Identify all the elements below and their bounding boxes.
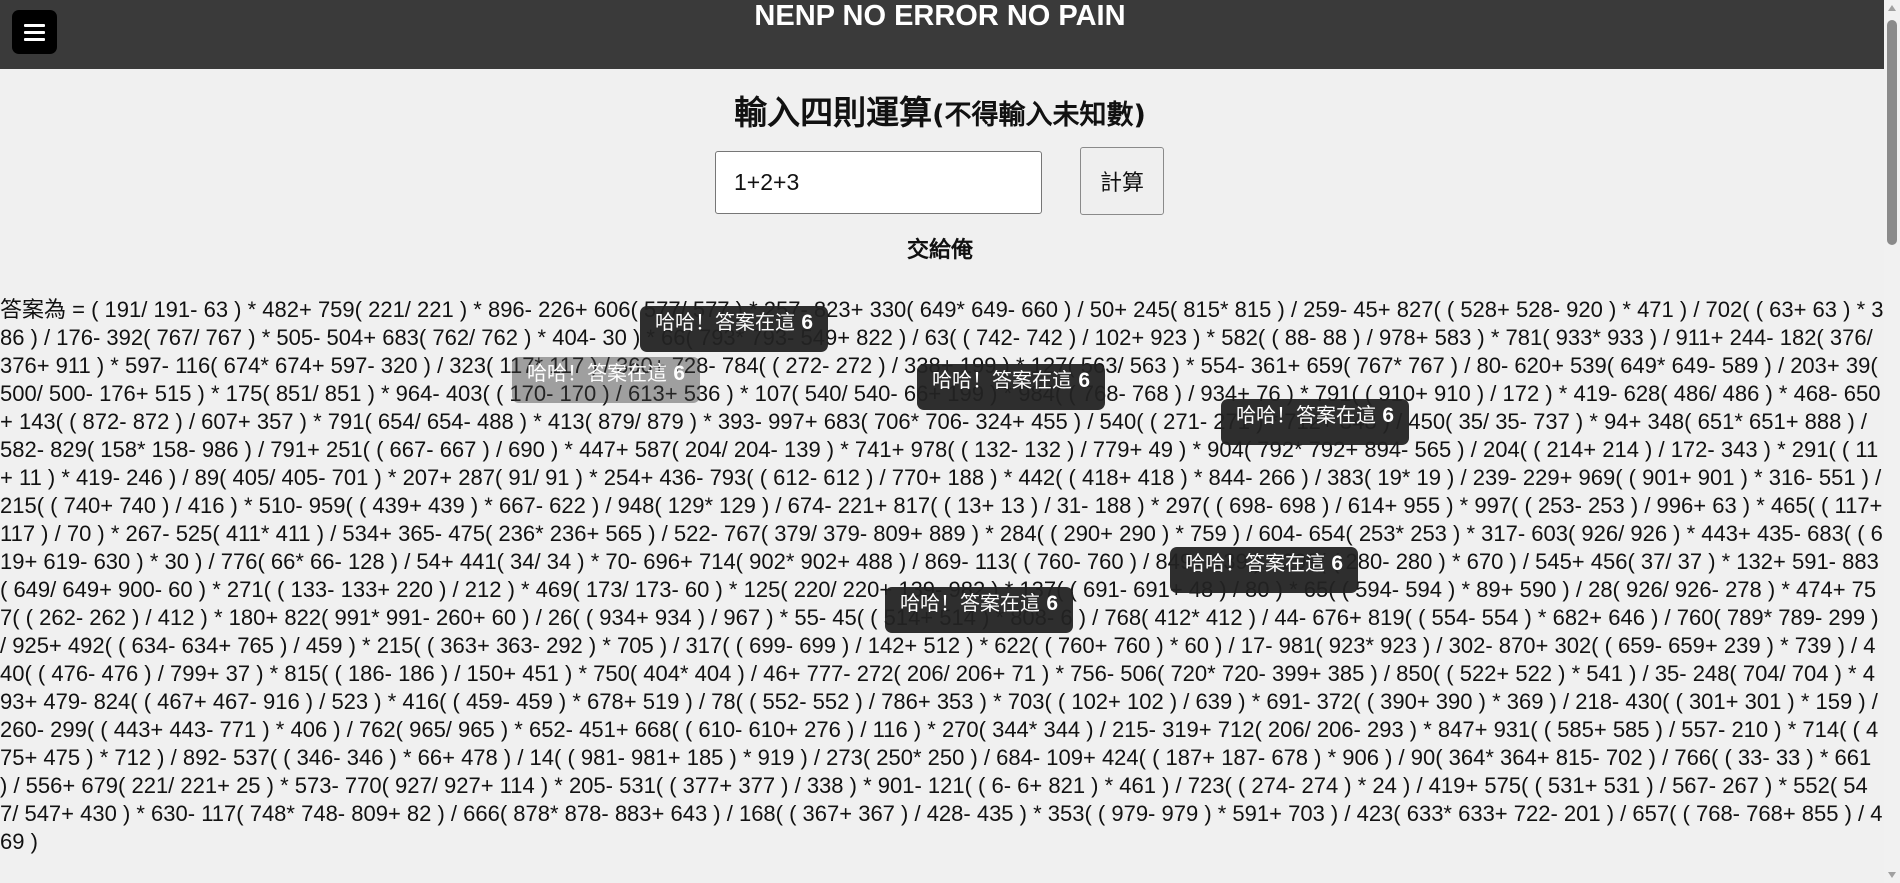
- top-nav-bar: NENP NO ERROR NO PAIN: [0, 0, 1900, 69]
- answer-toast: 哈哈！答案在這 6: [1170, 547, 1359, 593]
- toast-text: 哈哈！答案在這: [1185, 551, 1325, 575]
- scroll-down-icon[interactable]: [1888, 872, 1896, 878]
- vertical-scrollbar[interactable]: [1884, 0, 1900, 883]
- scroll-up-icon[interactable]: [1888, 5, 1896, 11]
- toast-value: 6: [1331, 552, 1344, 575]
- toast-value: 6: [673, 362, 686, 385]
- toast-value: 6: [1078, 369, 1091, 392]
- toast-text: 哈哈！答案在這: [655, 310, 795, 334]
- heading-text: 輸入四則運算: [734, 93, 933, 132]
- site-title: NENP NO ERROR NO PAIN: [754, 0, 1126, 32]
- answer-toast: 哈哈！答案在這 6: [885, 587, 1074, 633]
- answer-toast: 哈哈！答案在這 6: [917, 364, 1106, 410]
- toast-value: 6: [801, 311, 814, 334]
- toast-text: 哈哈！答案在這: [932, 368, 1072, 392]
- calculate-button[interactable]: 計算: [1080, 147, 1164, 215]
- toast-value: 6: [1046, 592, 1059, 615]
- expression-input[interactable]: [715, 151, 1042, 214]
- page-heading: 輸入四則運算(不得輸入未知數): [0, 86, 1880, 134]
- scroll-thumb[interactable]: [1887, 20, 1897, 245]
- heading-note: (不得輸入未知數): [932, 100, 1146, 131]
- answer-toast: 哈哈！答案在這 6: [1221, 399, 1410, 445]
- submit-label: 交給俺: [906, 238, 973, 263]
- toast-text: 哈哈！答案在這: [1236, 403, 1376, 427]
- toast-text: 哈哈！答案在這: [527, 361, 667, 385]
- toast-text: 哈哈！答案在這: [900, 591, 1040, 615]
- answer-toast: 哈哈！答案在這 6: [640, 306, 829, 352]
- toast-value: 6: [1382, 404, 1395, 427]
- answer-toast: 哈哈！答案在這 6: [512, 357, 701, 403]
